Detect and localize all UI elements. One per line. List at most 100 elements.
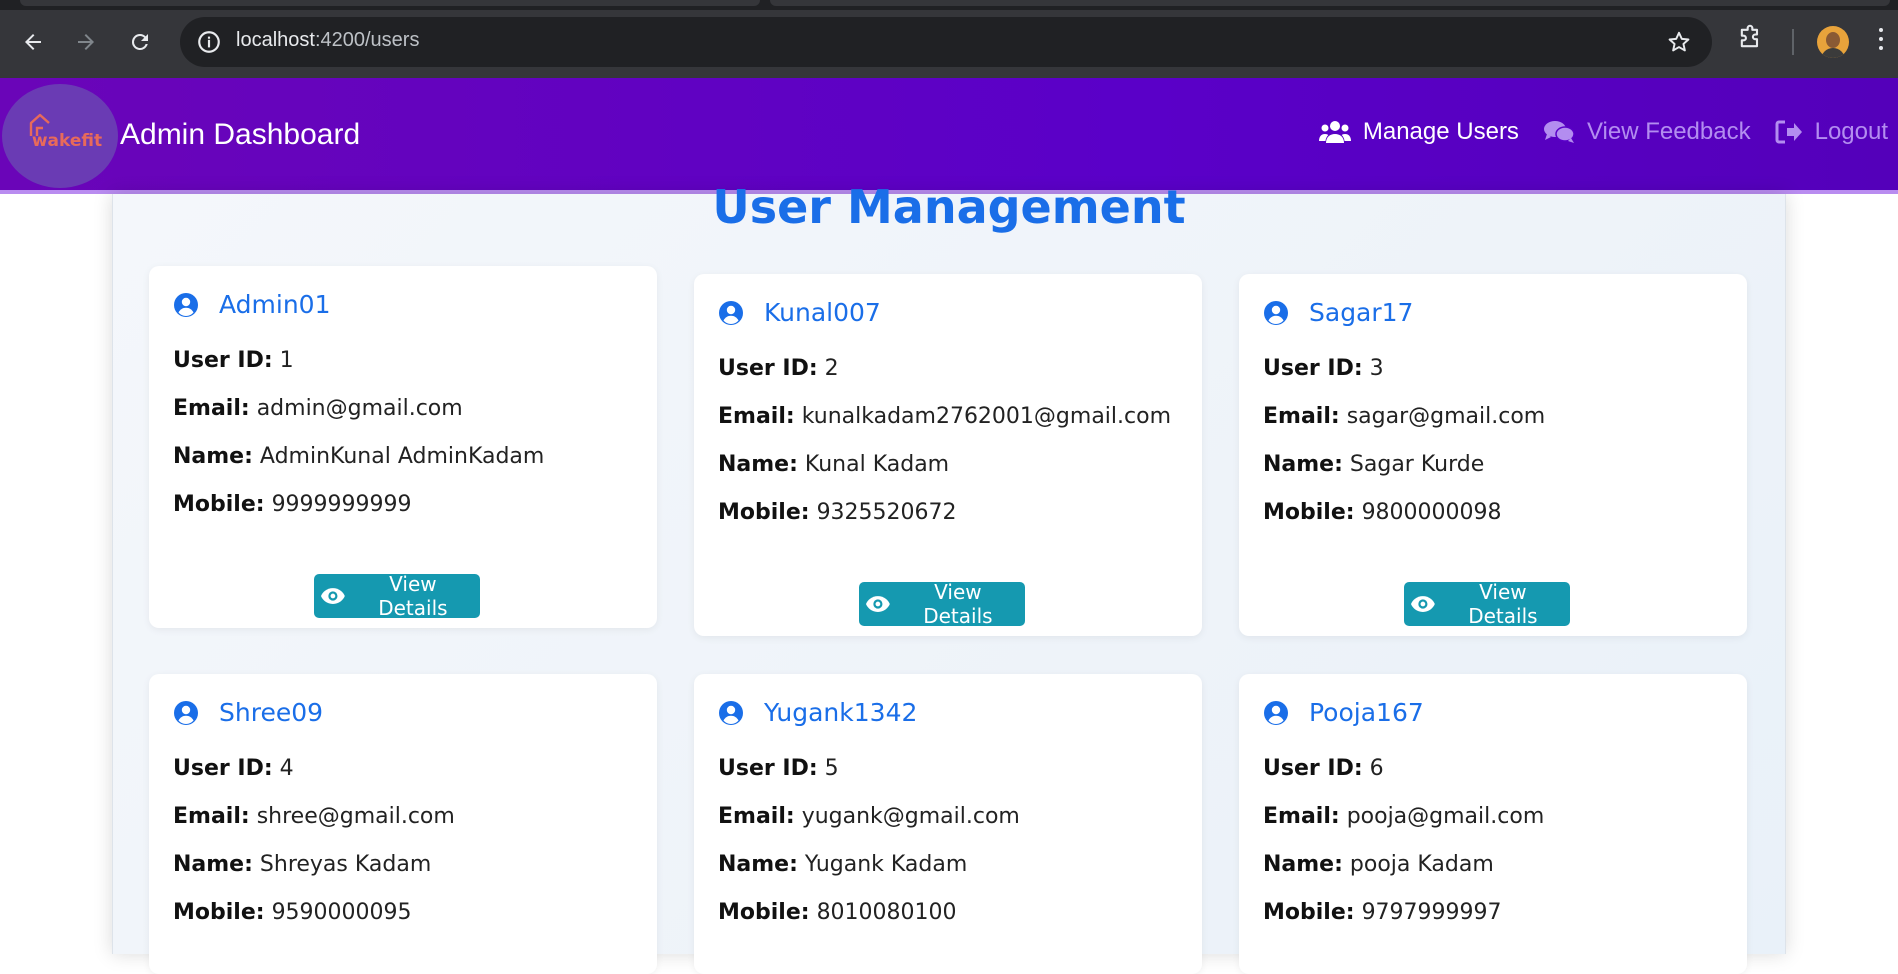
site-info-icon[interactable] bbox=[196, 29, 222, 59]
forward-button[interactable] bbox=[68, 24, 104, 60]
value-email: sagar@gmail.com bbox=[1346, 404, 1546, 429]
value-user-id: 3 bbox=[1369, 356, 1384, 381]
browser-menu-icon[interactable] bbox=[1878, 28, 1884, 55]
field-name: Name: Yugank Kadam bbox=[718, 852, 967, 877]
card-header: Yugank1342 bbox=[718, 698, 917, 727]
label-mobile: Mobile: bbox=[718, 500, 810, 525]
value-email: pooja@gmail.com bbox=[1346, 804, 1545, 829]
field-mobile: Mobile: 9999999999 bbox=[173, 492, 412, 517]
value-name: AdminKunal AdminKadam bbox=[259, 444, 545, 469]
value-email: kunalkadam2762001@gmail.com bbox=[801, 404, 1172, 429]
field-user-id: User ID: 2 bbox=[718, 356, 839, 381]
field-user-id: User ID: 5 bbox=[718, 756, 839, 781]
field-user-id: User ID: 4 bbox=[173, 756, 294, 781]
value-mobile: 9325520672 bbox=[816, 500, 957, 525]
label-email: Email: bbox=[173, 804, 250, 829]
nav-logout-label: Logout bbox=[1814, 118, 1888, 145]
nav-view-feedback-label: View Feedback bbox=[1586, 118, 1751, 145]
field-user-id: User ID: 3 bbox=[1263, 356, 1384, 381]
card-username: Sagar17 bbox=[1309, 298, 1414, 327]
value-email: yugank@gmail.com bbox=[801, 804, 1020, 829]
star-icon[interactable] bbox=[1666, 29, 1692, 59]
user-card: Kunal007 User ID: 2 Email: kunalkadam276… bbox=[694, 274, 1202, 636]
value-name: Shreyas Kadam bbox=[259, 852, 432, 877]
card-username: Kunal007 bbox=[764, 298, 881, 327]
reload-button[interactable] bbox=[122, 24, 158, 60]
nav-view-feedback[interactable]: View Feedback bbox=[1543, 118, 1751, 146]
card-username: Pooja167 bbox=[1309, 698, 1424, 727]
view-details-label: View Details bbox=[378, 572, 448, 620]
field-user-id: User ID: 6 bbox=[1263, 756, 1384, 781]
browser-tab[interactable] bbox=[770, 0, 1890, 6]
field-email: Email: admin@gmail.com bbox=[173, 396, 463, 421]
field-mobile: Mobile: 9800000098 bbox=[1263, 500, 1502, 525]
browser-tab[interactable] bbox=[20, 0, 760, 6]
brand-logo[interactable]: wakefit bbox=[2, 84, 118, 188]
url-path: :4200/users bbox=[314, 29, 420, 51]
user-circle-icon bbox=[174, 700, 198, 725]
label-name: Name: bbox=[173, 444, 253, 469]
view-details-label: View Details bbox=[923, 580, 993, 628]
user-circle-icon bbox=[1264, 700, 1288, 725]
eye-icon bbox=[1410, 596, 1435, 612]
profile-avatar[interactable] bbox=[1817, 26, 1849, 58]
label-name: Name: bbox=[718, 852, 798, 877]
user-card: Shree09 User ID: 4 Email: shree@gmail.co… bbox=[149, 674, 657, 974]
field-mobile: Mobile: 9590000095 bbox=[173, 900, 412, 925]
field-mobile: Mobile: 9325520672 bbox=[718, 500, 957, 525]
field-name: Name: pooja Kadam bbox=[1263, 852, 1494, 877]
value-mobile: 9800000098 bbox=[1361, 500, 1502, 525]
label-user-id: User ID: bbox=[1263, 356, 1363, 381]
value-email: admin@gmail.com bbox=[256, 396, 463, 421]
user-card: Sagar17 User ID: 3 Email: sagar@gmail.co… bbox=[1239, 274, 1747, 636]
label-name: Name: bbox=[173, 852, 253, 877]
avatar-face bbox=[1826, 32, 1840, 48]
user-card: Yugank1342 User ID: 5 Email: yugank@gmai… bbox=[694, 674, 1202, 974]
house-icon bbox=[29, 113, 50, 136]
card-header: Shree09 bbox=[173, 698, 323, 727]
label-name: Name: bbox=[718, 452, 798, 477]
value-user-id: 6 bbox=[1369, 756, 1384, 781]
user-card: Pooja167 User ID: 6 Email: pooja@gmail.c… bbox=[1239, 674, 1747, 974]
label-mobile: Mobile: bbox=[718, 900, 810, 925]
label-email: Email: bbox=[1263, 404, 1340, 429]
nav-manage-users[interactable]: Manage Users bbox=[1318, 118, 1519, 146]
arrow-right-icon bbox=[78, 34, 94, 50]
label-mobile: Mobile: bbox=[173, 492, 265, 517]
browser-chrome: localhost:4200/users bbox=[0, 0, 1898, 78]
avatar-body bbox=[1821, 48, 1845, 58]
view-details-button[interactable]: View Details bbox=[314, 572, 480, 620]
label-user-id: User ID: bbox=[718, 756, 818, 781]
eye-icon bbox=[865, 596, 890, 612]
field-email: Email: shree@gmail.com bbox=[173, 804, 455, 829]
user-circle-icon bbox=[1264, 300, 1288, 325]
view-details-button[interactable]: View Details bbox=[859, 580, 1025, 628]
field-mobile: Mobile: 9797999997 bbox=[1263, 900, 1502, 925]
extensions-icon[interactable] bbox=[1736, 24, 1764, 56]
value-name: Sagar Kurde bbox=[1349, 452, 1485, 477]
card-username: Admin01 bbox=[219, 290, 331, 319]
label-user-id: User ID: bbox=[1263, 756, 1363, 781]
url-text: localhost:4200/users bbox=[236, 29, 419, 52]
card-header: Admin01 bbox=[173, 290, 331, 319]
label-email: Email: bbox=[173, 396, 250, 421]
app-navbar: wakefit Admin Dashboard Manage Users Vie… bbox=[0, 78, 1898, 194]
view-details-button[interactable]: View Details bbox=[1404, 580, 1570, 628]
eye-icon bbox=[320, 588, 345, 604]
label-mobile: Mobile: bbox=[1263, 500, 1355, 525]
card-username: Yugank1342 bbox=[764, 698, 918, 727]
value-mobile: 9999999999 bbox=[271, 492, 412, 517]
address-bar[interactable]: localhost:4200/users bbox=[180, 17, 1712, 67]
toolbar-divider bbox=[1792, 29, 1794, 55]
sign-out-icon bbox=[1775, 120, 1802, 144]
nav-links: Manage Users View Feedback Logout bbox=[1295, 118, 1888, 146]
label-email: Email: bbox=[718, 404, 795, 429]
back-button[interactable] bbox=[15, 24, 51, 60]
nav-logout[interactable]: Logout bbox=[1775, 118, 1888, 146]
page-title: User Management bbox=[712, 180, 1186, 234]
label-mobile: Mobile: bbox=[1263, 900, 1355, 925]
value-user-id: 4 bbox=[279, 756, 294, 781]
label-email: Email: bbox=[1263, 804, 1340, 829]
nav-manage-users-label: Manage Users bbox=[1362, 118, 1519, 145]
main-content: User Management Admin01 User ID: 1 Email… bbox=[112, 180, 1786, 974]
